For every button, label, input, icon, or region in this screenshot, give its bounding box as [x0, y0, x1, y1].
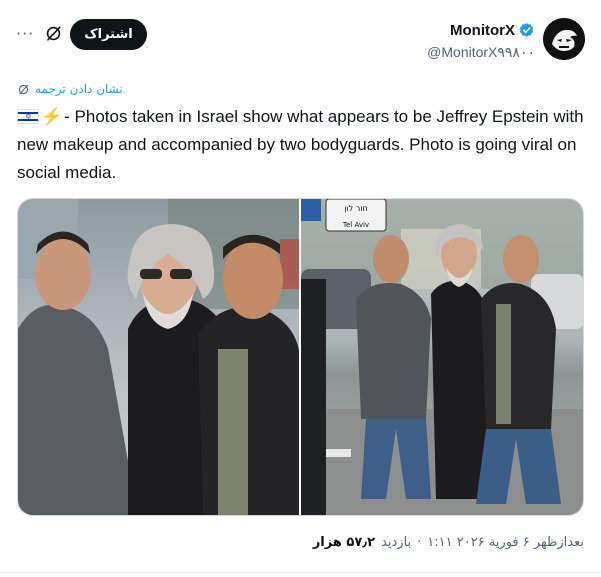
lightning-icon: ⚡	[41, 107, 63, 126]
name-row: MonitorX	[450, 22, 535, 39]
verified-badge-icon	[519, 23, 534, 37]
views-label: بازدید	[381, 535, 412, 550]
more-options-button[interactable]: ···	[16, 24, 34, 43]
grok-icon[interactable]	[44, 24, 63, 43]
media-grid: חור לון Tel Aviv	[17, 198, 584, 516]
photo-closeup[interactable]	[18, 199, 299, 515]
street-sign-latin: Tel Aviv	[342, 221, 369, 229]
display-name[interactable]: MonitorX	[450, 22, 515, 39]
tweet-timestamp[interactable]: بعدازظهر ۶ فورية ۲۰۲۶ ۱:۱۱	[427, 535, 584, 550]
user-handle[interactable]: @MonitorX۹۹۸۰۰	[427, 44, 535, 61]
show-translation-label: نشان دادن ترجمه	[35, 82, 123, 96]
photo-closeup-image	[18, 199, 299, 515]
views-count: ۵۷٫۲ هزار	[312, 535, 376, 550]
photo-street[interactable]: חור לון Tel Aviv	[301, 199, 583, 515]
show-translation-link[interactable]: نشان دادن ترجمه	[17, 82, 123, 96]
divider	[0, 572, 601, 573]
monitor-logo-icon	[543, 18, 585, 60]
subscribe-button[interactable]: اشتراک	[70, 19, 147, 50]
street-sign-hebrew: חור לון	[344, 204, 367, 213]
israel-flag-icon: ✡	[17, 109, 39, 124]
avatar[interactable]	[543, 18, 585, 60]
photo-street-image: חור לון Tel Aviv	[301, 199, 583, 515]
meta-separator: ·	[417, 535, 422, 550]
tweet-meta: بعدازظهر ۶ فورية ۲۰۲۶ ۱:۱۱ · بازدید ۵۷٫۲…	[313, 535, 584, 550]
tweet-body: - Photos taken in Israel show what appea…	[17, 107, 584, 182]
tweet-text: ✡ ⚡ - Photos taken in Israel show what ap…	[17, 103, 585, 187]
tweet-header: MonitorX @MonitorX۹۹۸۰۰ ··· اشتراک	[0, 14, 601, 66]
grok-translate-icon	[18, 84, 29, 94]
